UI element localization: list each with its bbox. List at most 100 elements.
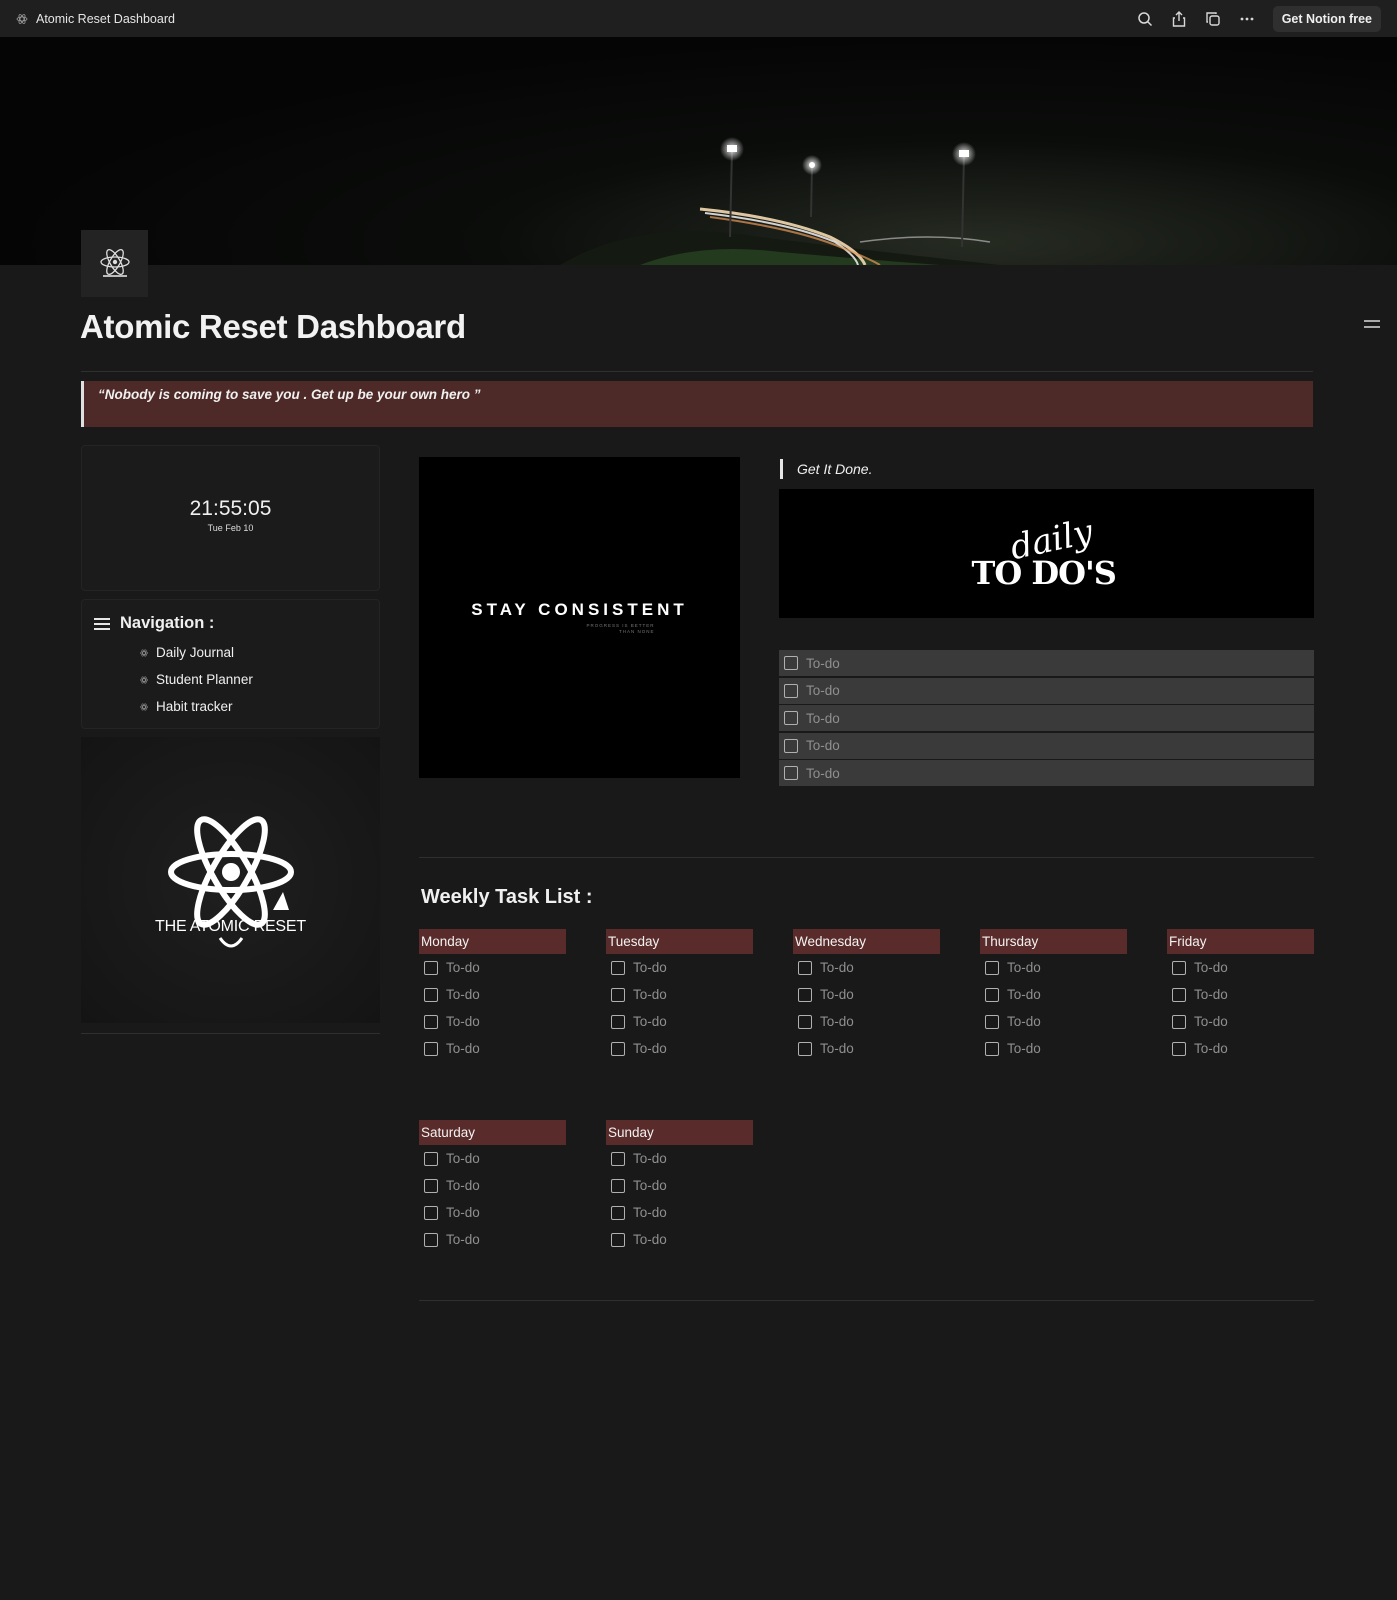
checkbox[interactable] <box>424 1205 438 1220</box>
checkbox[interactable] <box>611 1232 625 1247</box>
checkbox[interactable] <box>798 1041 812 1056</box>
todo-item[interactable]: To-do <box>419 1008 566 1035</box>
todo-label: To-do <box>820 1041 854 1056</box>
clock-widget: 21:55:05 Tue Feb 10 <box>81 445 380 591</box>
todo-label: To-do <box>633 1178 667 1193</box>
todo-item[interactable]: To-do <box>606 1172 753 1199</box>
checkbox[interactable] <box>424 1014 438 1029</box>
day-column-friday: Friday To-do To-do To-do To-do <box>1167 929 1314 1062</box>
todo-label: To-do <box>820 960 854 975</box>
checkbox[interactable] <box>784 766 798 780</box>
todo-item[interactable]: To-do <box>606 1145 753 1172</box>
checkbox[interactable] <box>611 1205 625 1220</box>
checkbox[interactable] <box>611 1151 625 1166</box>
atom-icon <box>140 649 148 656</box>
checkbox[interactable] <box>424 1041 438 1056</box>
todo-item[interactable]: To-do <box>793 954 940 981</box>
todo-item[interactable]: To-do <box>606 1199 753 1226</box>
more-icon[interactable] <box>1235 7 1259 31</box>
todo-item[interactable]: To-do <box>1167 981 1314 1008</box>
todo-item[interactable]: To-do <box>419 954 566 981</box>
checkbox[interactable] <box>784 683 798 698</box>
checkbox[interactable] <box>784 711 798 725</box>
todo-label: To-do <box>446 1014 480 1029</box>
checkbox[interactable] <box>424 1151 438 1166</box>
todo-item[interactable]: To-do <box>779 677 1314 704</box>
stay-consistent-title: STAY CONSISTENT <box>471 599 688 619</box>
share-icon[interactable] <box>1167 7 1191 31</box>
todo-item[interactable]: To-do <box>606 981 753 1008</box>
todo-item[interactable]: To-do <box>793 981 940 1008</box>
checkbox[interactable] <box>611 960 625 975</box>
todo-item[interactable]: To-do <box>1167 954 1314 981</box>
todo-item[interactable]: To-do <box>980 1035 1127 1062</box>
page-logo[interactable] <box>81 230 148 297</box>
checkbox[interactable] <box>1172 1041 1186 1056</box>
checkbox[interactable] <box>611 987 625 1002</box>
day-column-sunday: Sunday To-do To-do To-do To-do <box>606 1120 753 1253</box>
checkbox[interactable] <box>1172 987 1186 1002</box>
checkbox[interactable] <box>985 1041 999 1056</box>
checkbox[interactable] <box>611 1041 625 1056</box>
search-icon[interactable] <box>1133 7 1157 31</box>
todo-label: To-do <box>633 1205 667 1220</box>
duplicate-icon[interactable] <box>1201 7 1225 31</box>
checkbox[interactable] <box>784 656 798 670</box>
checkbox[interactable] <box>985 960 999 975</box>
breadcrumb-page-title[interactable]: Atomic Reset Dashboard <box>36 12 175 26</box>
todo-label: To-do <box>1007 960 1041 975</box>
checkbox[interactable] <box>611 1178 625 1193</box>
banner-title-text: TO DO'S <box>971 553 1117 592</box>
checkbox[interactable] <box>424 987 438 1002</box>
todo-item[interactable]: To-do <box>980 954 1127 981</box>
day-header: Wednesday <box>793 929 940 954</box>
todo-item[interactable]: To-do <box>779 732 1314 759</box>
checkbox[interactable] <box>1172 960 1186 975</box>
checkbox[interactable] <box>985 1014 999 1029</box>
checkbox[interactable] <box>798 1014 812 1029</box>
checkbox[interactable] <box>784 738 798 753</box>
day-header: Friday <box>1167 929 1314 954</box>
nav-item-student-planner[interactable]: Student Planner <box>140 666 367 693</box>
todo-item[interactable]: To-do <box>980 1008 1127 1035</box>
navigation-title: Navigation : <box>120 614 215 632</box>
todo-item[interactable]: To-do <box>1167 1035 1314 1062</box>
todo-item[interactable]: To-do <box>606 954 753 981</box>
table-of-contents-icon[interactable] <box>1364 320 1380 336</box>
checkbox[interactable] <box>798 987 812 1002</box>
navigation-card: Navigation : Daily Journal Student Plann… <box>81 599 380 729</box>
nav-item-label: Daily Journal <box>156 645 235 660</box>
todo-item[interactable]: To-do <box>419 1145 566 1172</box>
todo-item[interactable]: To-do <box>606 1035 753 1062</box>
todo-item[interactable]: To-do <box>793 1008 940 1035</box>
checkbox[interactable] <box>985 987 999 1002</box>
todo-item[interactable]: To-do <box>419 1199 566 1226</box>
nav-item-daily-journal[interactable]: Daily Journal <box>140 639 367 666</box>
todo-item[interactable]: To-do <box>779 705 1314 731</box>
todo-item[interactable]: To-do <box>419 1226 566 1253</box>
navigation-heading: Navigation : <box>94 614 367 633</box>
todo-item[interactable]: To-do <box>606 1008 753 1035</box>
checkbox[interactable] <box>1172 1014 1186 1029</box>
todo-item[interactable]: To-do <box>793 1035 940 1062</box>
stay-consistent-subtitle-line: THAN NONE <box>618 629 655 634</box>
checkbox[interactable] <box>424 960 438 975</box>
todo-item[interactable]: To-do <box>419 1172 566 1199</box>
todo-item[interactable]: To-do <box>419 981 566 1008</box>
checkbox[interactable] <box>611 1014 625 1029</box>
nav-item-habit-tracker[interactable]: Habit tracker <box>140 693 367 720</box>
checkbox[interactable] <box>424 1232 438 1247</box>
checkbox[interactable] <box>424 1178 438 1193</box>
daily-todos-wordmark: daily TO DO'S <box>971 511 1122 594</box>
todo-item[interactable]: To-do <box>606 1226 753 1253</box>
todo-item[interactable]: To-do <box>980 981 1127 1008</box>
todo-item[interactable]: To-do <box>779 650 1314 676</box>
get-notion-free-button[interactable]: Get Notion free <box>1272 5 1381 32</box>
todo-item[interactable]: To-do <box>1167 1008 1314 1035</box>
todo-label: To-do <box>446 1232 480 1247</box>
topbar-actions: Get Notion free <box>1133 5 1381 32</box>
todo-item[interactable]: To-do <box>419 1035 566 1062</box>
todo-item[interactable]: To-do <box>779 760 1314 786</box>
checkbox[interactable] <box>798 960 812 975</box>
day-header: Monday <box>419 929 566 954</box>
